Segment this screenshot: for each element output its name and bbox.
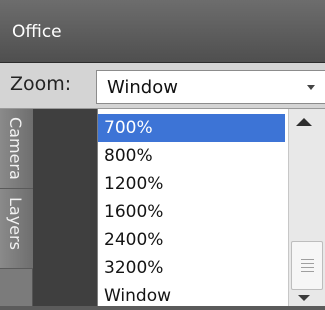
zoom-option-label: 700% bbox=[104, 118, 153, 138]
tab-layers-label: Layers bbox=[6, 197, 25, 250]
zoom-option[interactable]: 1200% bbox=[98, 170, 285, 198]
zoom-option-label: 2400% bbox=[104, 230, 164, 250]
zoom-select[interactable]: Window bbox=[96, 70, 325, 104]
zoom-option-label: 1600% bbox=[104, 202, 164, 222]
zoom-option-label: Window bbox=[104, 286, 172, 306]
grip-line bbox=[301, 271, 314, 272]
tab-camera[interactable]: Camera bbox=[0, 109, 33, 189]
zoom-select-value: Window bbox=[107, 77, 178, 98]
panel-title: Office bbox=[12, 22, 62, 42]
zoom-option[interactable]: 800% bbox=[98, 142, 285, 170]
tab-camera-label: Camera bbox=[6, 117, 25, 180]
scroll-thumb[interactable] bbox=[291, 241, 323, 290]
scroll-down-arrow-icon[interactable] bbox=[298, 295, 310, 301]
zoom-option[interactable]: 2400% bbox=[98, 226, 285, 254]
grip-line bbox=[301, 263, 314, 264]
tab-layers[interactable]: Layers bbox=[0, 189, 33, 269]
zoom-option-label: 1200% bbox=[104, 174, 164, 194]
zoom-option[interactable]: 3200% bbox=[98, 254, 285, 282]
chevron-down-icon[interactable] bbox=[307, 85, 315, 90]
zoom-option[interactable]: 1600% bbox=[98, 198, 285, 226]
scroll-up-arrow-icon[interactable] bbox=[296, 118, 312, 126]
grip-line bbox=[301, 267, 314, 268]
zoom-option[interactable]: 700% bbox=[98, 114, 285, 142]
dropdown-scrollbar[interactable] bbox=[288, 109, 325, 306]
grip-line bbox=[301, 259, 314, 260]
side-tab-strip: Camera Layers bbox=[0, 109, 33, 306]
zoom-option-label: 800% bbox=[104, 146, 153, 166]
panel-title-bar: Office bbox=[0, 0, 325, 63]
zoom-label: Zoom: bbox=[10, 73, 72, 95]
zoom-option-label: 3200% bbox=[104, 258, 164, 278]
zoom-toolbar: Zoom: Window bbox=[0, 63, 325, 109]
